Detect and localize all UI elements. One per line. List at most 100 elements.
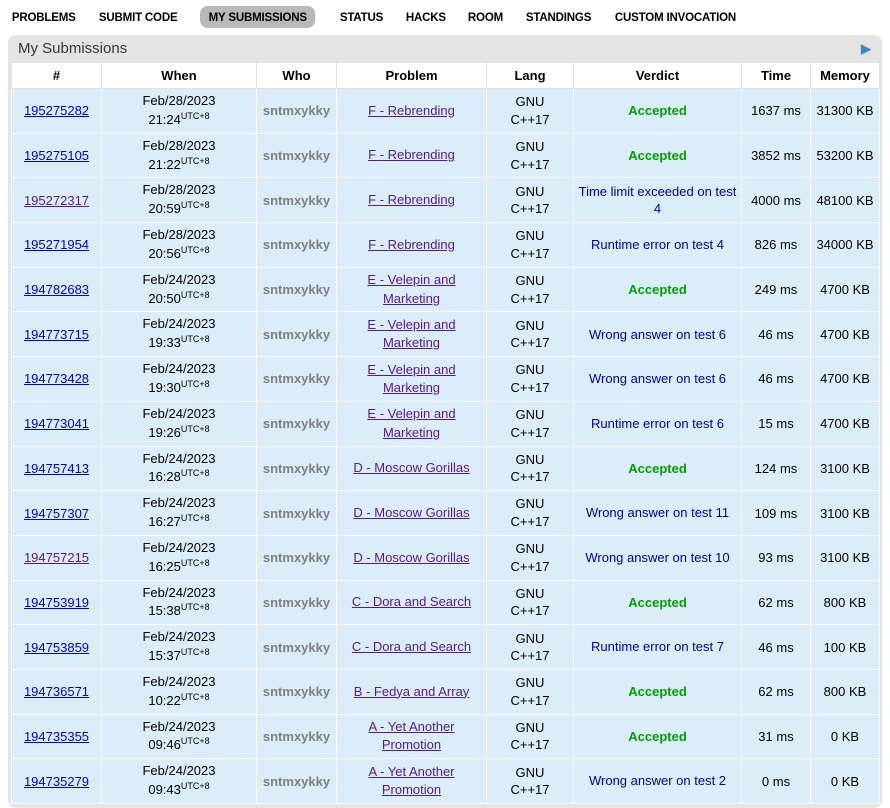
problem-link[interactable]: D - Moscow Gorillas xyxy=(353,505,469,520)
user-link[interactable]: sntmxykky xyxy=(263,282,330,297)
submission-id-link[interactable]: 194753919 xyxy=(24,595,89,610)
memory-consumed-cell: 4700 KB xyxy=(811,267,880,312)
timezone-label: UTC+8 xyxy=(181,736,210,746)
problem-link[interactable]: C - Dora and Search xyxy=(352,639,471,654)
problem-cell: A - Yet Another Promotion xyxy=(337,759,487,804)
submission-id-link[interactable]: 194757413 xyxy=(24,461,89,476)
submission-time: 21:22UTC+8 xyxy=(106,156,252,175)
user-link[interactable]: sntmxykky xyxy=(263,103,330,118)
user-link[interactable]: sntmxykky xyxy=(263,148,330,163)
verdict-accepted-label: Accepted xyxy=(628,148,687,163)
submission-id-cell: 194757215 xyxy=(12,535,102,580)
memory-consumed-cell: 800 KB xyxy=(811,580,880,625)
problem-link[interactable]: E - Velepin and Marketing xyxy=(367,317,455,350)
submission-time: 09:43UTC+8 xyxy=(106,781,252,800)
submission-date: Feb/24/2023 xyxy=(106,584,252,603)
language-label: GNU C++17 xyxy=(504,495,556,530)
lang-cell: GNU C++17 xyxy=(487,312,574,357)
submission-id-link[interactable]: 194773715 xyxy=(24,327,89,342)
when-cell: Feb/24/202316:28UTC+8 xyxy=(102,446,257,491)
who-cell: sntmxykky xyxy=(257,312,337,357)
nav-item-standings[interactable]: STANDINGS xyxy=(524,6,593,28)
problem-link[interactable]: F - Rebrending xyxy=(368,192,455,207)
problem-cell: C - Dora and Search xyxy=(337,625,487,670)
submission-time: 15:38UTC+8 xyxy=(106,602,252,621)
submission-id-cell: 194773715 xyxy=(12,312,102,357)
submission-id-link[interactable]: 194773041 xyxy=(24,416,89,431)
lang-cell: GNU C++17 xyxy=(487,714,574,759)
problem-link[interactable]: A - Yet Another Promotion xyxy=(368,764,454,797)
user-link[interactable]: sntmxykky xyxy=(263,506,330,521)
problem-link[interactable]: C - Dora and Search xyxy=(352,594,471,609)
user-link[interactable]: sntmxykky xyxy=(263,640,330,655)
timezone-label: UTC+8 xyxy=(181,111,210,121)
verdict-accepted-label: Accepted xyxy=(628,282,687,297)
user-link[interactable]: sntmxykky xyxy=(263,327,330,342)
user-link[interactable]: sntmxykky xyxy=(263,595,330,610)
time-consumed-cell: 124 ms xyxy=(742,446,811,491)
submission-time: 20:50UTC+8 xyxy=(106,290,252,309)
nav-item-problems[interactable]: PROBLEMS xyxy=(10,6,78,28)
lang-cell: GNU C++17 xyxy=(487,357,574,402)
user-link[interactable]: sntmxykky xyxy=(263,550,330,565)
problem-link[interactable]: D - Moscow Gorillas xyxy=(353,460,469,475)
submission-id-cell: 194773428 xyxy=(12,357,102,402)
problem-link[interactable]: F - Rebrending xyxy=(368,237,455,252)
submission-id-link[interactable]: 195272317 xyxy=(24,193,89,208)
language-label: GNU C++17 xyxy=(504,138,556,173)
table-row: 195272317Feb/28/202320:59UTC+8sntmxykkyF… xyxy=(12,178,880,223)
who-cell: sntmxykky xyxy=(257,491,337,536)
when-cell: Feb/24/202319:30UTC+8 xyxy=(102,357,257,402)
expand-arrow-icon[interactable]: ▶ xyxy=(861,42,871,55)
submission-id-link[interactable]: 195275282 xyxy=(24,103,89,118)
problem-link[interactable]: F - Rebrending xyxy=(368,103,455,118)
table-row: 194753859Feb/24/202315:37UTC+8sntmxykkyC… xyxy=(12,625,880,670)
nav-item-my-submissions[interactable]: MY SUBMISSIONS xyxy=(200,6,316,28)
time-consumed-cell: 46 ms xyxy=(742,625,811,670)
user-link[interactable]: sntmxykky xyxy=(263,193,330,208)
column-header-time: Time xyxy=(742,63,811,89)
nav-item-room[interactable]: ROOM xyxy=(466,6,505,28)
submission-id-link[interactable]: 194757215 xyxy=(24,550,89,565)
time-consumed-cell: 93 ms xyxy=(742,535,811,580)
who-cell: sntmxykky xyxy=(257,357,337,402)
nav-item-submit-code[interactable]: SUBMIT CODE xyxy=(97,6,179,28)
submission-id-link[interactable]: 194736571 xyxy=(24,684,89,699)
user-link[interactable]: sntmxykky xyxy=(263,237,330,252)
submission-id-link[interactable]: 194735355 xyxy=(24,729,89,744)
problem-link[interactable]: E - Velepin and Marketing xyxy=(367,406,455,439)
submission-id-link[interactable]: 195275105 xyxy=(24,148,89,163)
submission-id-link[interactable]: 194757307 xyxy=(24,506,89,521)
memory-consumed-cell: 48100 KB xyxy=(811,178,880,223)
problem-link[interactable]: D - Moscow Gorillas xyxy=(353,550,469,565)
nav-item-custom-invocation[interactable]: CUSTOM INVOCATION xyxy=(613,6,738,28)
verdict-cell: Runtime error on test 7 xyxy=(574,625,742,670)
problem-link[interactable]: E - Velepin and Marketing xyxy=(367,362,455,395)
submission-id-link[interactable]: 195271954 xyxy=(24,237,89,252)
problem-link[interactable]: B - Fedya and Array xyxy=(354,684,470,699)
user-link[interactable]: sntmxykky xyxy=(263,416,330,431)
submission-id-link[interactable]: 194773428 xyxy=(24,371,89,386)
problem-link[interactable]: F - Rebrending xyxy=(368,147,455,162)
user-link[interactable]: sntmxykky xyxy=(263,461,330,476)
user-link[interactable]: sntmxykky xyxy=(263,371,330,386)
submission-date: Feb/24/2023 xyxy=(106,718,252,737)
problem-link[interactable]: A - Yet Another Promotion xyxy=(368,719,454,752)
memory-consumed-cell: 53200 KB xyxy=(811,133,880,178)
problem-link[interactable]: E - Velepin and Marketing xyxy=(367,272,455,305)
timezone-label: UTC+8 xyxy=(181,558,210,568)
submission-id-link[interactable]: 194735279 xyxy=(24,774,89,789)
user-link[interactable]: sntmxykky xyxy=(263,684,330,699)
user-link[interactable]: sntmxykky xyxy=(263,729,330,744)
timezone-label: UTC+8 xyxy=(181,781,210,791)
submission-id-link[interactable]: 194782683 xyxy=(24,282,89,297)
when-cell: Feb/24/202315:38UTC+8 xyxy=(102,580,257,625)
verdict-accepted-label: Accepted xyxy=(628,595,687,610)
when-cell: Feb/24/202316:27UTC+8 xyxy=(102,491,257,536)
nav-item-status[interactable]: STATUS xyxy=(338,6,385,28)
problem-cell: E - Velepin and Marketing xyxy=(337,401,487,446)
table-row: 194757413 Feb/24/202316:28UTC+8 sntmxykky D… xyxy=(12,446,880,491)
nav-item-hacks[interactable]: HACKS xyxy=(404,6,448,28)
user-link[interactable]: sntmxykky xyxy=(263,774,330,789)
submission-id-link[interactable]: 194753859 xyxy=(24,640,89,655)
